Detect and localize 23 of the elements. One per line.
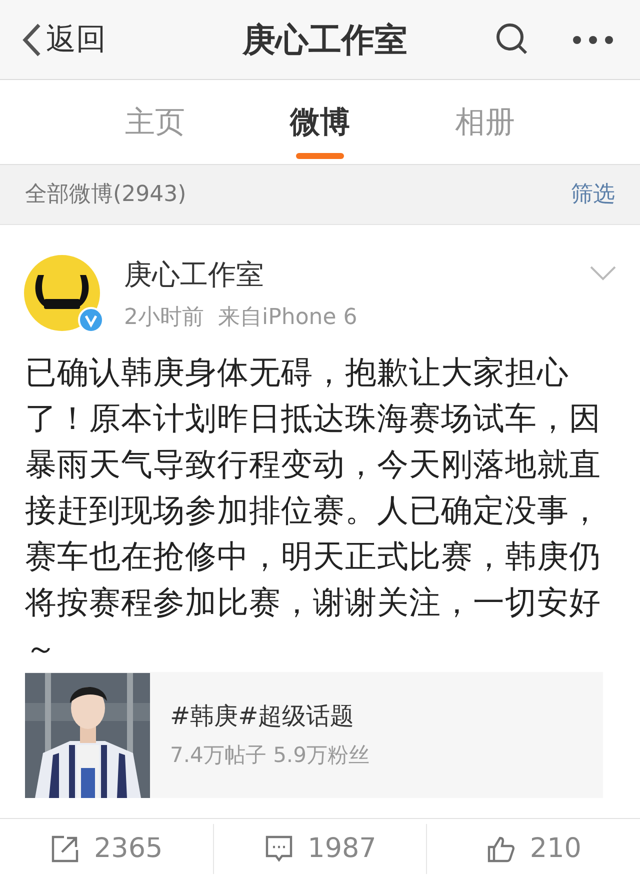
author-name[interactable]: 庚心工作室 — [124, 257, 590, 293]
more-button[interactable] — [572, 34, 614, 44]
comment-button[interactable]: 1987 — [212, 824, 426, 874]
tab[interactable]: 相册 — [402, 80, 568, 164]
page-title: 庚心工作室 — [242, 18, 408, 61]
filter-button[interactable]: 筛选 — [571, 178, 615, 211]
repost-button[interactable]: 2365 — [0, 824, 213, 874]
topic-title: #韩庚#超级话题 — [170, 701, 356, 732]
like-button[interactable]: 210 — [426, 824, 640, 874]
tab[interactable]: 主页 — [72, 80, 238, 164]
share-icon — [50, 834, 80, 864]
active-tab-indicator — [296, 153, 344, 159]
thumbs-up-icon — [486, 834, 516, 864]
post-count-label: 全部微博(2943) — [25, 181, 186, 209]
back-chevron-icon — [22, 22, 42, 56]
topic-stats: 7.4万帖子 5.9万粉丝 — [170, 742, 370, 770]
post-text: 已确认韩庚身体无碍，抱歉让大家担心了！原本计划昨日抵达珠海赛场试车，因暴雨天气导致行程变动，今天刚落地就直接赶到现场参加排位赛。人已确定没事，赛车也在抢修中，明天正式比赛，韩庚仍将按赛程参加比赛，谢谢关注，一切安好～ — [24, 354, 602, 669]
back-button[interactable]: 返回 — [22, 17, 106, 62]
comment-icon — [264, 834, 294, 864]
post-source: 来自iPhone 6 — [218, 304, 358, 332]
tab[interactable]: 微博 — [238, 80, 402, 164]
topic-card[interactable]: #韩庚#超级话题 7.4万帖子 5.9万粉丝 — [25, 672, 603, 798]
post-time: 2小时前 — [124, 304, 204, 332]
